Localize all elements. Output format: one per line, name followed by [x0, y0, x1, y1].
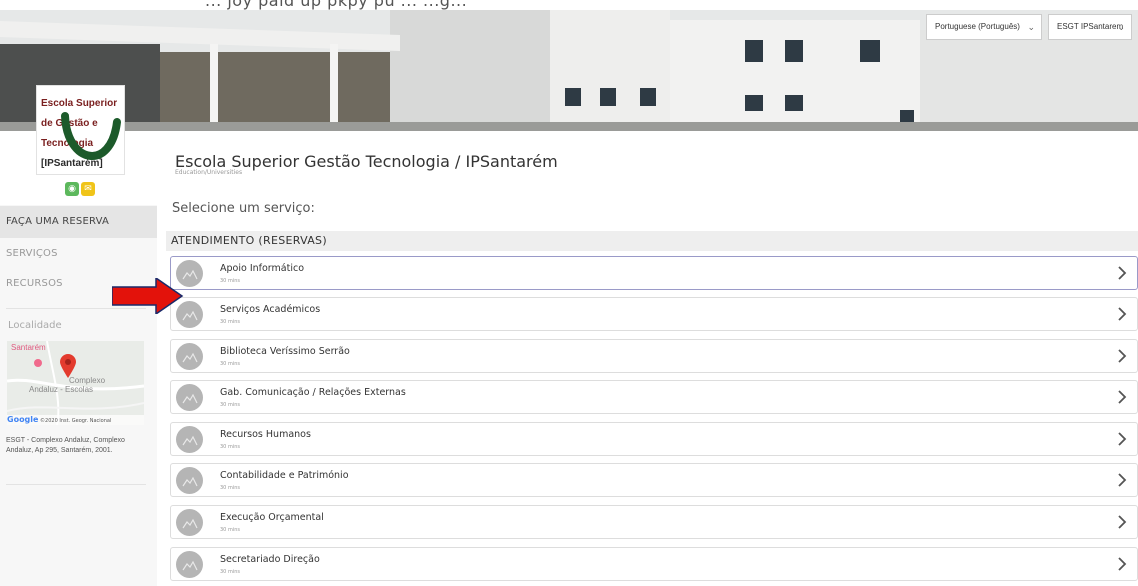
location-map[interactable]: Santarém Complexo Andaluz - Escolas Goog… [7, 341, 144, 425]
service-duration: 30 mins [220, 485, 240, 491]
top-caption-text: ... joy paid up pkpy pu ... ...g... [205, 0, 468, 10]
company-category: Education/Universities [175, 169, 243, 176]
service-item[interactable]: Execução Orçamental 30 mins [170, 505, 1138, 539]
chevron-right-icon [1118, 266, 1127, 280]
service-image-icon [176, 426, 203, 453]
service-name: Contabilidade e Património [220, 470, 349, 481]
chevron-right-icon [1118, 432, 1127, 446]
company-logo: Escola Superior de Gestão e Tecnologia [… [36, 85, 125, 175]
service-duration: 30 mins [220, 361, 240, 367]
service-item[interactable]: Secretariado Direção 30 mins [170, 547, 1138, 581]
service-duration: 30 mins [220, 527, 240, 533]
service-item[interactable]: Contabilidade e Património 30 mins [170, 463, 1138, 497]
service-duration: 30 mins [220, 319, 240, 325]
chevron-right-icon [1118, 390, 1127, 404]
service-name: Recursos Humanos [220, 429, 311, 440]
map-credit-text: ©2020 Inst. Geogr. Nacional [40, 418, 112, 424]
service-item[interactable]: Apoio Informático 30 mins [170, 256, 1138, 290]
section-header: ATENDIMENTO (RESERVAS) [166, 231, 1138, 251]
service-name: Secretariado Direção [220, 554, 320, 565]
chevron-right-icon [1118, 307, 1127, 321]
service-name: Biblioteca Veríssimo Serrão [220, 346, 350, 357]
service-item[interactable]: Serviços Académicos 30 mins [170, 297, 1138, 331]
service-image-icon [176, 384, 203, 411]
service-name: Execução Orçamental [220, 512, 324, 523]
globe-icon[interactable]: ◉ [65, 182, 79, 196]
service-duration: 30 mins [220, 569, 240, 575]
service-duration: 30 mins [220, 444, 240, 450]
service-duration: 30 mins [220, 402, 240, 408]
service-image-icon [176, 551, 203, 578]
service-name: Gab. Comunicação / Relações Externas [220, 387, 406, 398]
chevron-right-icon [1118, 557, 1127, 571]
email-icon[interactable]: ✉ [81, 182, 95, 196]
location-select[interactable]: ESGT IPSantarem ⌄ [1048, 14, 1132, 40]
chevron-right-icon [1118, 473, 1127, 487]
sidebar-item-book[interactable]: FAÇA UMA RESERVA [0, 206, 157, 238]
chevron-down-icon: ⌄ [1117, 22, 1125, 32]
red-arrow-annotation-icon [112, 278, 184, 314]
service-duration: 30 mins [220, 278, 240, 284]
map-label: Santarém [11, 343, 46, 352]
map-pin-icon [60, 354, 76, 378]
language-select[interactable]: Portuguese (Português) ⌄ [926, 14, 1042, 40]
service-item[interactable]: Recursos Humanos 30 mins [170, 422, 1138, 456]
map-credit: Google ©2020 Inst. Geogr. Nacional [7, 415, 144, 425]
chevron-right-icon [1118, 515, 1127, 529]
select-service-title: Selecione um serviço: [172, 201, 315, 216]
divider [6, 484, 146, 485]
map-label: Andaluz - Escolas [29, 385, 94, 394]
logo-swoosh-icon [61, 112, 121, 160]
google-logo: Google [7, 415, 39, 424]
service-image-icon [176, 467, 203, 494]
location-title: Localidade [8, 320, 62, 331]
service-image-icon [176, 509, 203, 536]
language-select-value: Portuguese (Português) [935, 22, 1020, 31]
service-name: Apoio Informático [220, 263, 305, 274]
location-address: ESGT - Complexo Andaluz, Complexo Andalu… [6, 437, 125, 454]
chevron-right-icon [1118, 349, 1127, 363]
top-caption: ... joy paid up pkpy pu ... ...g... [0, 0, 1138, 10]
service-name: Serviços Académicos [220, 304, 321, 315]
sidebar-item-services[interactable]: SERVIÇOS [0, 238, 157, 270]
service-item[interactable]: Gab. Comunicação / Relações Externas 30 m… [170, 380, 1138, 414]
service-image-icon [176, 343, 203, 370]
location-select-value: ESGT IPSantarem [1057, 22, 1124, 31]
service-item[interactable]: Biblioteca Veríssimo Serrão 30 mins [170, 339, 1138, 373]
chevron-down-icon: ⌄ [1027, 22, 1035, 32]
